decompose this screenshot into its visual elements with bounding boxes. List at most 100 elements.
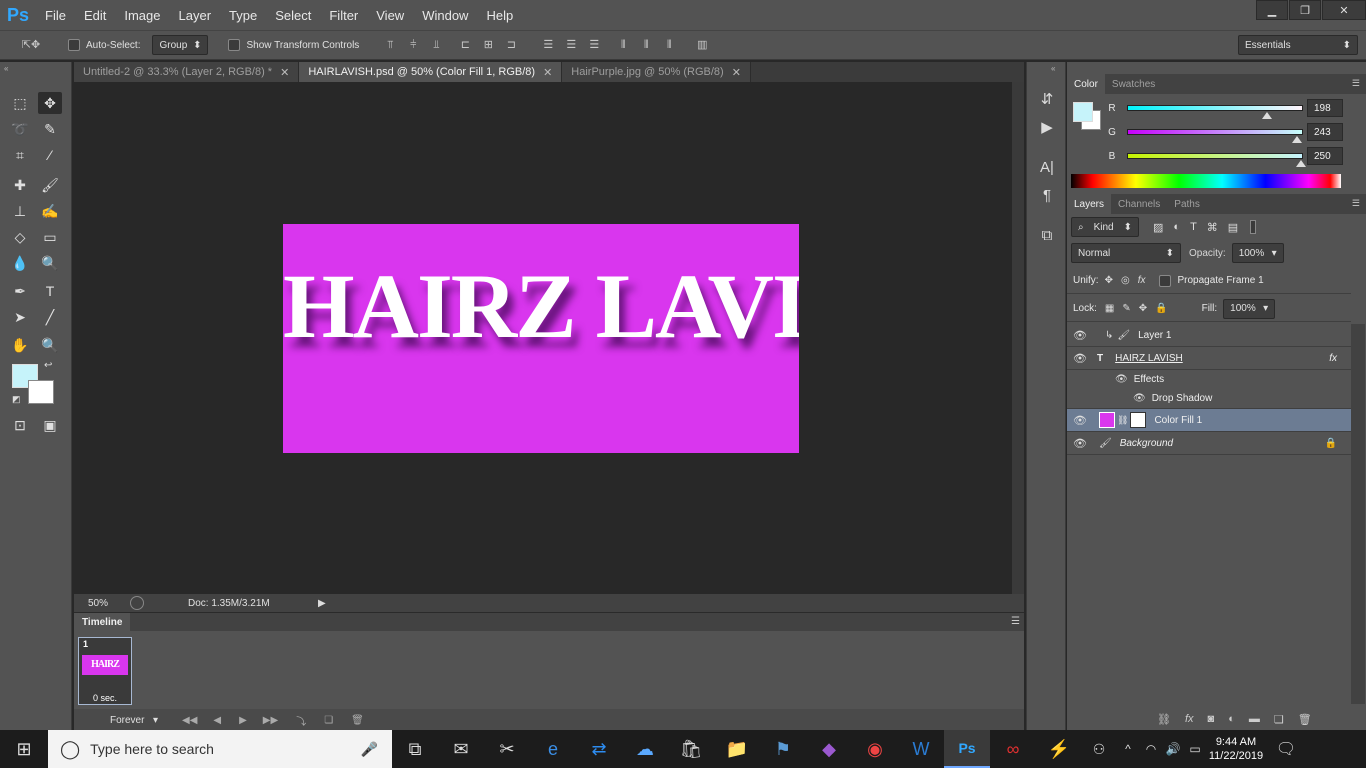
people-icon[interactable]: ⚇ <box>1082 730 1116 768</box>
visual-studio-icon[interactable]: ◆ <box>806 730 852 768</box>
next-frame-icon[interactable]: ▶▶ <box>263 715 278 726</box>
filter-smart-object-icon[interactable]: ▤ <box>1228 221 1238 234</box>
tab-hairpurple[interactable]: HairPurple.jpg @ 50% (RGB/8) ✕ <box>562 62 751 82</box>
filter-pixel-icon[interactable]: ▨ <box>1153 221 1163 234</box>
line-tool-icon[interactable]: ╱ <box>38 306 62 328</box>
add-mask-icon[interactable]: ◙ <box>1208 713 1215 725</box>
layer-row-hairz-lavish[interactable]: 👁 T HAIRZ LAVISH fx <box>1067 347 1351 370</box>
align-hcenter-icon[interactable]: ⊞ <box>481 38 495 52</box>
new-group-icon[interactable]: ▬ <box>1249 713 1260 725</box>
document-canvas[interactable]: HAIRZ LAVISH <box>283 224 799 453</box>
b-value[interactable]: 250 <box>1307 147 1343 165</box>
blue-slider[interactable]: B 250 <box>1073 146 1363 167</box>
menu-image[interactable]: Image <box>115 8 169 23</box>
fx-icon[interactable]: fx <box>1329 353 1337 364</box>
menu-filter[interactable]: Filter <box>320 8 367 23</box>
distribute-bottom-icon[interactable]: ☰ <box>587 38 601 52</box>
clock[interactable]: 9:44 AM 11/22/2019 <box>1206 735 1266 763</box>
align-top-icon[interactable]: ⫪ <box>383 38 397 52</box>
opacity-field[interactable]: 100% ▾ <box>1231 243 1284 263</box>
fill-field[interactable]: 100% ▾ <box>1223 298 1276 319</box>
tween-icon[interactable]: ⤵ <box>296 713 306 728</box>
gradient-tool-icon[interactable]: ▭ <box>38 226 62 248</box>
layer-mask-thumbnail[interactable] <box>1130 412 1147 428</box>
pen-tool-icon[interactable]: ✒ <box>8 280 32 302</box>
history-brush-tool-icon[interactable]: ✍ <box>38 200 62 222</box>
mysql-workbench-icon[interactable]: ⚑ <box>760 730 806 768</box>
close-icon[interactable]: ✕ <box>280 66 289 79</box>
frame-delay[interactable]: 0 sec. <box>93 693 117 703</box>
new-layer-icon[interactable]: ❏ <box>1274 713 1284 726</box>
distribute-left-icon[interactable]: ⫴ <box>616 38 630 52</box>
path-select-tool-icon[interactable]: ➤ <box>8 306 32 328</box>
layer-row-layer-1[interactable]: 👁 ↳ 🖌 Layer 1 <box>1067 324 1351 347</box>
file-explorer-icon[interactable]: 📁 <box>714 730 760 768</box>
menu-layer[interactable]: Layer <box>170 8 221 23</box>
eyedropper-tool-icon[interactable]: ⁄ <box>38 144 62 166</box>
photoshop-icon[interactable]: Ps <box>944 730 990 768</box>
menu-help[interactable]: Help <box>477 8 522 23</box>
panel-menu-icon[interactable]: ☰ <box>1011 616 1020 627</box>
unify-visibility-icon[interactable]: ◎ <box>1121 275 1130 286</box>
add-style-icon[interactable]: fx <box>1185 713 1194 725</box>
visibility-eye-icon[interactable]: 👁 <box>1133 393 1146 404</box>
align-left-icon[interactable]: ⊏ <box>458 38 472 52</box>
layers-scrollbar[interactable] <box>1351 324 1365 704</box>
first-frame-icon[interactable]: ◀◀ <box>182 715 197 726</box>
crop-tool-icon[interactable]: ⌗ <box>8 144 32 166</box>
tab-paths[interactable]: Paths <box>1167 194 1207 214</box>
duplicate-frame-icon[interactable]: ❏ <box>324 715 333 726</box>
menu-type[interactable]: Type <box>220 8 266 23</box>
store-icon[interactable]: 🛍 <box>668 730 714 768</box>
propagate-frame-checkbox[interactable] <box>1159 274 1172 287</box>
r-value[interactable]: 198 <box>1307 99 1343 117</box>
filter-adjustment-icon[interactable]: ◐ <box>1173 221 1180 233</box>
wifi-icon[interactable]: ◠ <box>1140 730 1162 768</box>
taskbar-search[interactable]: ◯ Type here to search 🎤 <box>48 730 392 768</box>
minimize-icon[interactable]: ▁ <box>1256 0 1288 20</box>
layer-row-background[interactable]: 👁 🖌 Background 🔒 <box>1067 432 1351 455</box>
visibility-eye-icon[interactable]: 👁 <box>1115 374 1128 385</box>
panel-menu-icon[interactable]: ☰ <box>1352 78 1360 89</box>
unify-style-icon[interactable]: fx <box>1138 275 1146 286</box>
align-bottom-icon[interactable]: ⫫ <box>429 38 443 52</box>
g-track[interactable] <box>1127 129 1303 143</box>
3d-icon[interactable]: ⧉ <box>1036 224 1058 246</box>
quick-select-tool-icon[interactable]: ✎ <box>38 118 62 140</box>
visibility-eye-icon[interactable]: 👁 <box>1067 414 1093 427</box>
tab-swatches[interactable]: Swatches <box>1105 74 1162 94</box>
onedrive-icon[interactable]: ☁ <box>622 730 668 768</box>
filter-shape-icon[interactable]: ⌘ <box>1207 221 1218 234</box>
color-fill-thumbnail[interactable] <box>1099 412 1115 428</box>
tab-layers[interactable]: Layers <box>1067 194 1112 214</box>
tools-app-icon[interactable]: ✂ <box>484 730 530 768</box>
history-icon[interactable]: ⇵ <box>1036 88 1058 110</box>
hand-tool-icon[interactable]: ✋ <box>8 334 32 356</box>
transform-controls-checkbox[interactable] <box>228 39 241 51</box>
auto-align-icon[interactable]: ▥ <box>695 38 709 52</box>
mail-icon[interactable]: ✉ <box>438 730 484 768</box>
r-track[interactable] <box>1127 105 1303 119</box>
filter-toggle-icon[interactable] <box>1250 220 1257 234</box>
collapse-icon[interactable]: « <box>4 64 8 73</box>
g-thumb[interactable] <box>1292 136 1302 143</box>
b-track[interactable] <box>1127 153 1306 167</box>
close-icon[interactable]: ✕ <box>732 66 741 79</box>
distribute-vcenter-icon[interactable]: ☰ <box>564 38 578 52</box>
close-icon[interactable]: ✕ <box>543 66 552 79</box>
tab-hairlavish[interactable]: HAIRLAVISH.psd @ 50% (Color Fill 1, RGB/… <box>299 62 563 82</box>
lock-transparent-icon[interactable]: ▦ <box>1105 303 1114 314</box>
type-tool-icon[interactable]: T <box>38 280 62 302</box>
task-view-icon[interactable]: ⧉ <box>392 730 438 768</box>
distribute-hcenter-icon[interactable]: ⫴ <box>639 38 653 52</box>
zoom-tool-icon[interactable]: 🔍 <box>38 334 62 356</box>
notifications-icon[interactable]: 🗨 <box>1266 730 1306 768</box>
green-slider[interactable]: G 243 <box>1073 122 1363 143</box>
show-hidden-icons-icon[interactable]: ^ <box>1116 730 1140 768</box>
microphone-icon[interactable]: 🎤 <box>361 741 378 758</box>
play-icon[interactable]: ▶ <box>239 715 247 726</box>
healing-brush-tool-icon[interactable]: ✚ <box>8 174 32 196</box>
shield-icon[interactable]: ⚡ <box>1036 730 1082 768</box>
zoom-level[interactable]: 50% <box>88 598 128 609</box>
swap-colors-icon[interactable]: ↩ <box>44 360 52 371</box>
